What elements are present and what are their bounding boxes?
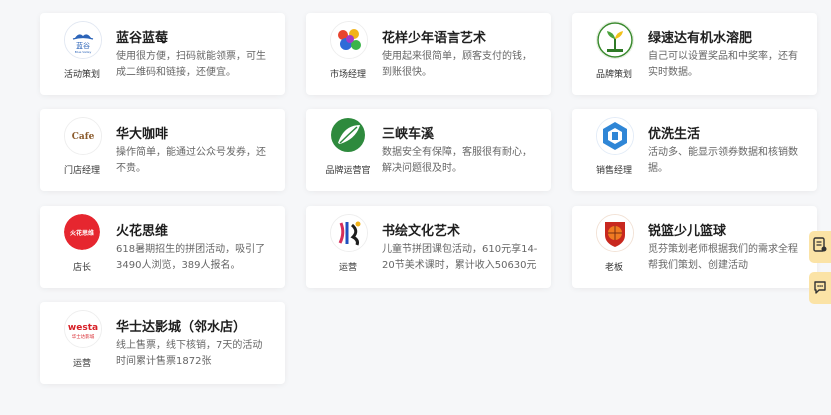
case-card[interactable]: westa 华士达影城 运营 华士达影城（邻水店） 线上售票，线下核销，7天的活… <box>40 302 285 384</box>
green-plant-logo-icon <box>596 21 634 59</box>
testimonial-text: 操作简单，能通过公众号发券，还不贵。 <box>116 147 266 174</box>
reviewer-role: 市场经理 <box>329 70 366 80</box>
green-leaf-logo-icon <box>330 117 366 153</box>
brand-title: 三峡车溪 <box>382 127 435 142</box>
blue-hexagon-logo-icon <box>596 117 634 155</box>
case-card[interactable]: Cafe 门店经理 华大咖啡 操作简单，能通过公众号发券，还不贵。 <box>40 109 285 191</box>
testimonial-text: 使用起来很简单，顾客支付的钱，到账很快。 <box>382 51 532 78</box>
reviewer-role: 店长 <box>72 263 91 273</box>
svg-text:华士达影城: 华士达影城 <box>72 333 95 340</box>
colorful-splash-logo-icon <box>330 21 368 59</box>
case-card[interactable]: 老板 锐篮少儿篮球 觅芬策划老师根据我们的需求全程帮我们策划、创建活动 <box>572 206 817 288</box>
consult-side-tab[interactable] <box>809 231 831 263</box>
testimonial-text: 数据安全有保障，客服很有耐心，解决问题很及时。 <box>382 147 532 174</box>
brand-title: 优洗生活 <box>648 127 701 142</box>
brand-title: 华大咖啡 <box>116 127 169 142</box>
svg-text:火花思维: 火花思维 <box>70 229 94 237</box>
red-circle-logo-icon: 火花思维 <box>64 214 100 250</box>
testimonial-text: 活动多、能显示领券数据和核销数据。 <box>648 147 798 174</box>
document-chat-icon <box>813 237 827 257</box>
reviewer-role: 品牌策划 <box>595 70 632 80</box>
case-card[interactable]: 运营 书绘文化艺术 儿童节拼团课包活动，610元享14-20节美术课时，累计收入… <box>306 206 551 288</box>
brand-title: 华士达影城（邻水店） <box>116 320 247 335</box>
case-card[interactable]: 市场经理 花样少年语言艺术 使用起来很简单，顾客支付的钱，到账很快。 <box>306 13 551 95</box>
testimonial-text: 618暑期招生的拼团活动，吸引了3490人浏览，389人报名。 <box>116 244 266 271</box>
blue-valley-logo-icon: 蓝谷 Blue Valley <box>64 21 102 59</box>
message-side-tab[interactable] <box>809 272 831 304</box>
reviewer-role: 门店经理 <box>63 166 100 176</box>
brand-title: 花样少年语言艺术 <box>382 31 487 46</box>
calligraphy-logo-icon <box>330 214 368 252</box>
case-card[interactable]: 火花思维 店长 火花思维 618暑期招生的拼团活动，吸引了3490人浏览，389… <box>40 206 285 288</box>
svg-text:westa: westa <box>68 323 98 333</box>
message-icon <box>813 279 827 298</box>
brand-title: 锐篮少儿篮球 <box>648 224 727 239</box>
reviewer-role: 老板 <box>604 263 623 273</box>
reviewer-role: 销售经理 <box>595 166 632 176</box>
testimonial-text: 儿童节拼团课包活动，610元享14-20节美术课时，累计收入50630元 <box>382 244 538 271</box>
westa-cinema-logo-icon: westa 华士达影城 <box>64 310 102 348</box>
reviewer-role: 运营 <box>338 263 357 273</box>
cafe-logo-icon: Cafe <box>64 117 102 155</box>
brand-title: 蓝谷蓝莓 <box>116 31 169 46</box>
brand-title: 书绘文化艺术 <box>382 224 461 239</box>
svg-text:蓝谷: 蓝谷 <box>76 41 90 50</box>
case-card[interactable]: 销售经理 优洗生活 活动多、能显示领券数据和核销数据。 <box>572 109 817 191</box>
case-card[interactable]: 品牌运营官 三峡车溪 数据安全有保障，客服很有耐心，解决问题很及时。 <box>306 109 551 191</box>
case-card[interactable]: 品牌策划 绿速达有机水溶肥 自己可以设置奖品和中奖率，还有实时数据。 <box>572 13 817 95</box>
reviewer-role: 品牌运营官 <box>325 166 371 176</box>
testimonial-text: 使用很方便，扫码就能领票，可生成二维码和链接，还便宜。 <box>116 51 266 78</box>
testimonial-text: 线上售票，线下核销，7天的活动时间累计售票1872张 <box>116 340 263 367</box>
svg-text:Cafe: Cafe <box>72 132 95 142</box>
basketball-badge-logo-icon <box>596 214 634 252</box>
reviewer-role: 运营 <box>72 359 91 369</box>
case-card[interactable]: 蓝谷 Blue Valley 活动策划 蓝谷蓝莓 使用很方便，扫码就能领票，可生… <box>40 13 285 95</box>
testimonial-text: 自己可以设置奖品和中奖率，还有实时数据。 <box>648 51 798 78</box>
reviewer-role: 活动策划 <box>63 70 100 80</box>
brand-title: 绿速达有机水溶肥 <box>648 31 753 46</box>
brand-title: 火花思维 <box>116 224 169 239</box>
testimonial-text: 觅芬策划老师根据我们的需求全程帮我们策划、创建活动 <box>648 244 798 271</box>
svg-text:Blue Valley: Blue Valley <box>75 50 92 54</box>
